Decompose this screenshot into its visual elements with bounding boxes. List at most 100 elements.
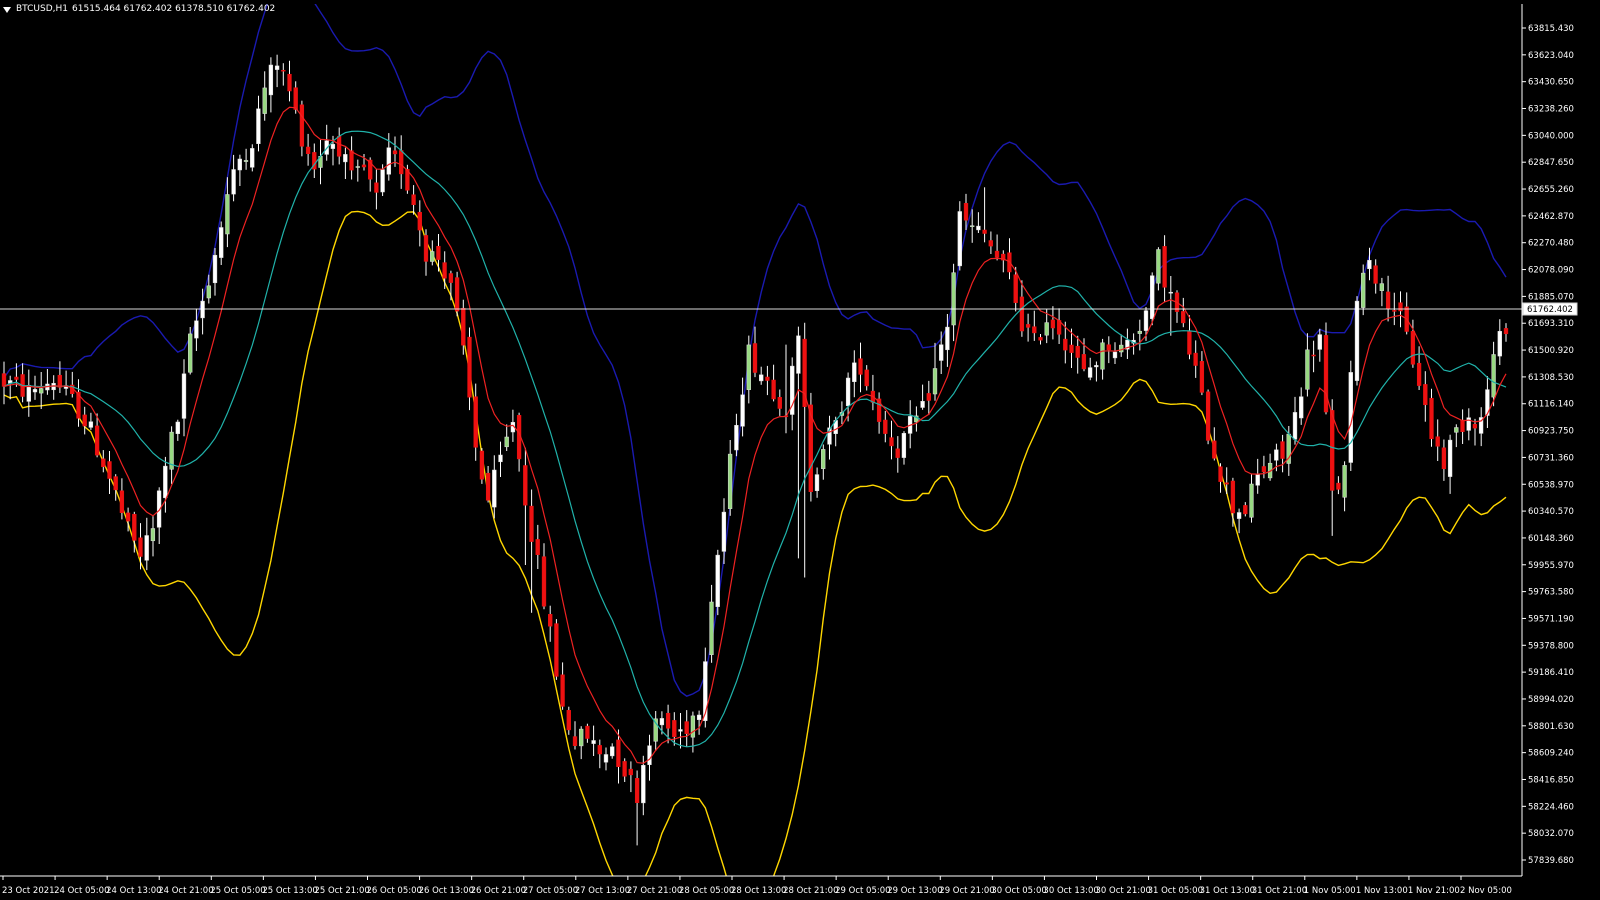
bear-candle-body [1, 373, 7, 387]
candle [1280, 434, 1285, 473]
bull-candle-body [163, 465, 168, 499]
candle [548, 605, 553, 642]
bear-candle-body [1398, 302, 1403, 312]
candle [727, 440, 733, 516]
candle [336, 127, 342, 165]
bull-candle-body [39, 388, 44, 394]
candle [696, 710, 702, 735]
candle [299, 100, 305, 157]
candle [45, 369, 50, 395]
candle [628, 761, 633, 793]
bull-candle-body [175, 421, 180, 434]
candle [1404, 292, 1409, 335]
bull-candle-body [1292, 412, 1298, 440]
candle [752, 326, 758, 378]
bull-candle-body [212, 254, 218, 284]
candle [920, 384, 925, 410]
candle [802, 322, 807, 578]
candle [585, 723, 590, 743]
bull-candle-body [1119, 344, 1124, 353]
bear-candle-body [125, 512, 131, 522]
candle [349, 136, 354, 180]
bull-candle-body [690, 715, 696, 738]
candle [610, 743, 615, 759]
candle [144, 517, 149, 571]
candle [1218, 463, 1223, 493]
bull-candle-body [144, 535, 149, 561]
bear-candle-body [299, 104, 305, 147]
bear-candle-body [1019, 296, 1025, 332]
bear-candle-body [1081, 354, 1087, 370]
candle [591, 725, 596, 756]
candle [1025, 313, 1031, 342]
bull-candle-body [740, 394, 745, 427]
x-tick-label: 1 Nov 05:00 [1304, 886, 1356, 896]
bear-candle-body [889, 437, 894, 447]
bull-candle-body [932, 368, 938, 395]
candle [895, 436, 900, 473]
bull-candle-body [727, 453, 733, 509]
bull-candle-body [1044, 322, 1049, 336]
bull-candle-body [1299, 396, 1304, 419]
bull-candle-body [492, 469, 497, 508]
candle [498, 441, 503, 477]
candle [566, 706, 571, 735]
candle [454, 271, 460, 317]
candle [1416, 346, 1422, 390]
bull-candle-body [1274, 449, 1279, 461]
chart-menu-arrow-icon[interactable] [3, 6, 11, 13]
y-tick-label: 62847.650 [1528, 158, 1574, 168]
candle [473, 383, 478, 461]
bull-candle-body [678, 729, 683, 732]
bull-candle-body [1112, 351, 1118, 359]
bear-candle-body [473, 396, 478, 448]
bear-candle-body [1193, 352, 1198, 366]
bear-candle-body [1416, 362, 1422, 386]
candle [597, 739, 602, 769]
candle [1, 361, 7, 405]
bear-candle-body [963, 203, 969, 221]
candle [181, 359, 187, 437]
bull-candle-body [721, 511, 727, 552]
y-tick-label: 59763.580 [1528, 588, 1574, 598]
candle [479, 448, 485, 484]
bear-candle-body [554, 623, 559, 677]
candle [777, 389, 782, 416]
candle [1038, 334, 1043, 345]
candle [914, 406, 919, 432]
candle [1075, 335, 1080, 374]
candle [175, 419, 180, 441]
bull-candle-body [852, 362, 857, 382]
bear-candle-body [448, 273, 454, 283]
candle [113, 474, 118, 501]
bear-candle-body [461, 307, 466, 346]
candle [870, 374, 876, 411]
x-tick-label: 27 Oct 13:00 [575, 886, 630, 896]
bull-candle-body [26, 385, 31, 402]
bull-candle-body [206, 285, 211, 299]
bull-candle-body [274, 65, 280, 70]
current-price-label: 61762.402 [1527, 305, 1573, 315]
x-tick-label: 31 Oct 13:00 [1200, 886, 1255, 896]
symbol-label: BTCUSD,H1 [16, 4, 69, 14]
bear-candle-body [436, 245, 441, 260]
bull-candle-body [945, 326, 950, 351]
bear-candle-body [1441, 447, 1447, 470]
bull-candle-body [386, 147, 391, 175]
candle [516, 412, 522, 472]
bear-candle-body [858, 358, 863, 375]
candle [684, 710, 689, 747]
bear-candle-body [926, 393, 931, 401]
candle [219, 221, 224, 265]
bear-candle-body [1323, 335, 1329, 413]
bear-candle-body [132, 513, 137, 541]
bull-candle-body [150, 528, 156, 542]
candle [51, 375, 56, 400]
bear-candle-body [771, 379, 776, 400]
x-tick-label: 28 Oct 05:00 [679, 886, 734, 896]
candlestick-chart[interactable]: 63815.430 63623.040 63430.650 63238.260 6304… [0, 0, 1600, 900]
candle [1354, 296, 1360, 386]
bear-candle-body [101, 458, 106, 467]
bull-candle-body [814, 474, 820, 491]
x-tick-label: 25 Oct 13:00 [262, 886, 317, 896]
